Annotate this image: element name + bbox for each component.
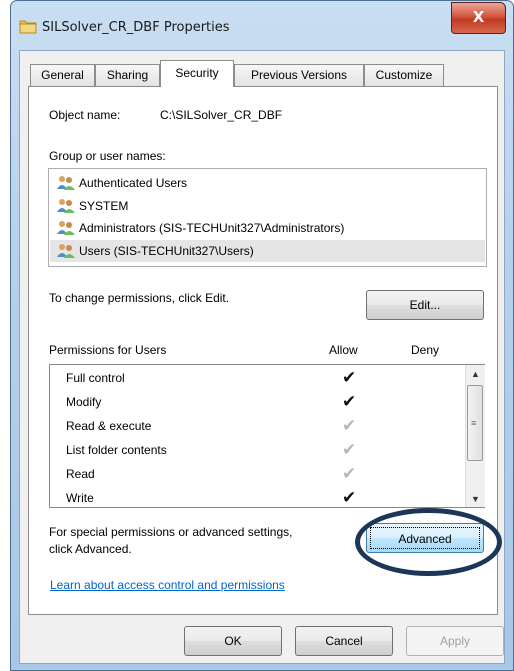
permissions-list: Full control ✔ Modify ✔ Read & execute ✔… — [49, 364, 485, 508]
list-item[interactable]: Authenticated Users — [55, 172, 483, 194]
table-row: Modify ✔ — [66, 390, 466, 414]
list-item[interactable]: Administrators (SIS-TECHUnit327\Administ… — [55, 217, 483, 239]
folder-icon — [19, 20, 37, 34]
allow-check-inherited-icon: ✔ — [342, 464, 357, 484]
users-group-icon — [57, 176, 75, 190]
change-permissions-hint: To change permissions, click Edit. — [49, 291, 230, 305]
apply-button[interactable]: Apply — [406, 626, 504, 656]
group-names-label: Group or user names: — [49, 149, 166, 163]
learn-access-control-link[interactable]: Learn about access control and permissio… — [50, 578, 285, 592]
special-permissions-hint: For special permissions or advanced sett… — [49, 525, 293, 539]
permissions-for-label: Permissions for Users — [49, 343, 167, 357]
users-group-icon — [57, 244, 75, 258]
tab-previous-versions[interactable]: Previous Versions — [234, 64, 364, 86]
special-permissions-hint-line2: click Advanced. — [49, 542, 132, 556]
table-row: Write ✔ — [66, 486, 466, 508]
edit-button[interactable]: Edit... — [366, 290, 484, 320]
object-name-value: C:\SILSolver_CR_DBF — [160, 108, 283, 122]
ok-button[interactable]: OK — [184, 626, 282, 656]
allow-check-icon: ✔ — [342, 488, 357, 508]
users-group-icon — [57, 199, 75, 213]
tab-sharing[interactable]: Sharing — [95, 64, 160, 86]
group-name: SYSTEM — [79, 199, 129, 213]
permission-name: Full control — [66, 371, 125, 385]
deny-column-header: Deny — [411, 343, 440, 357]
close-icon: X — [472, 8, 485, 26]
list-item[interactable]: SYSTEM — [55, 195, 483, 217]
scroll-grip-icon: ≡ — [471, 418, 477, 428]
permission-name: Read & execute — [66, 419, 152, 433]
scroll-down-icon[interactable]: ▼ — [471, 494, 480, 504]
group-name: Authenticated Users — [79, 176, 188, 190]
tab-security[interactable]: Security — [160, 60, 234, 87]
users-group-icon — [57, 221, 75, 235]
close-button[interactable]: X — [451, 2, 506, 34]
permission-name: Write — [66, 491, 94, 505]
list-item-selected[interactable]: Users (SIS-TECHUnit327\Users) — [50, 240, 485, 262]
scroll-up-icon[interactable]: ▲ — [471, 369, 480, 379]
table-row: Read & execute ✔ — [66, 414, 466, 438]
group-name: Users (SIS-TECHUnit327\Users) — [79, 244, 254, 258]
window-title: SILSolver_CR_DBF Properties — [42, 20, 230, 35]
allow-column-header: Allow — [329, 343, 358, 357]
allow-check-inherited-icon: ✔ — [342, 416, 357, 436]
tab-general[interactable]: General — [30, 64, 95, 86]
permission-name: Modify — [66, 395, 102, 409]
permission-name: Read — [66, 467, 95, 481]
group-user-list[interactable]: Authenticated Users SYSTEM Administrator… — [48, 168, 487, 267]
annotation-highlight-ring — [355, 508, 502, 576]
table-row: List folder contents ✔ — [66, 438, 466, 462]
group-name: Administrators (SIS-TECHUnit327\Administ… — [79, 221, 345, 235]
cancel-button[interactable]: Cancel — [295, 626, 393, 656]
tab-customize[interactable]: Customize — [364, 64, 444, 86]
permission-name: List folder contents — [66, 443, 167, 457]
table-row: Read ✔ — [66, 462, 466, 486]
table-row: Full control ✔ — [66, 366, 466, 390]
allow-check-icon: ✔ — [342, 368, 357, 388]
allow-check-icon: ✔ — [342, 392, 357, 412]
allow-check-inherited-icon: ✔ — [342, 440, 357, 460]
object-name-label: Object name: — [49, 108, 121, 122]
